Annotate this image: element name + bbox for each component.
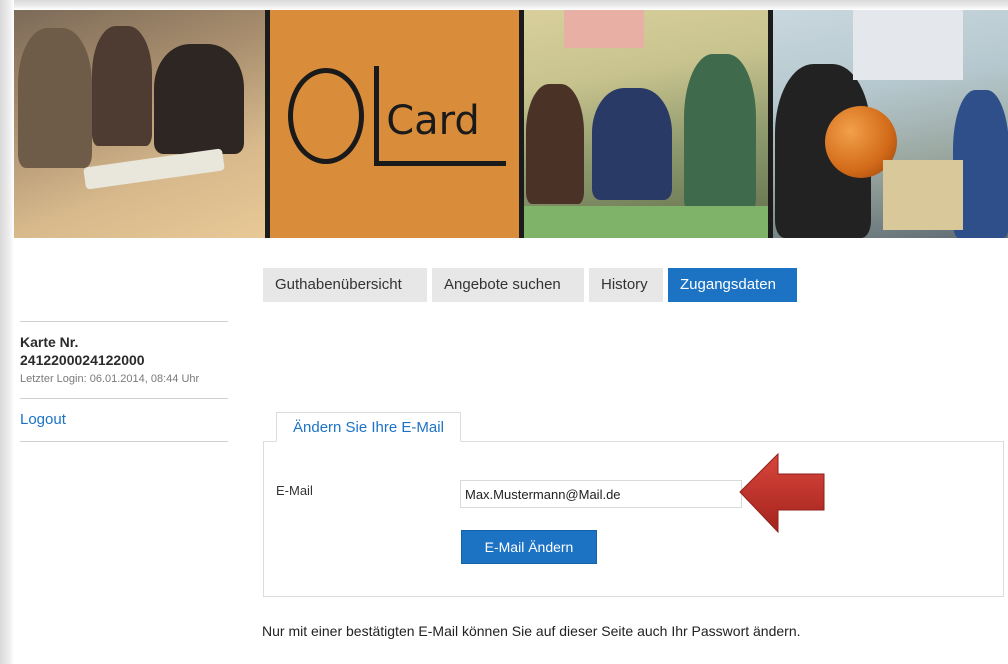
- header-banner: Card: [14, 10, 1008, 238]
- photo-figure: [18, 28, 92, 168]
- sidebar-divider: [20, 398, 228, 399]
- logo-word: Card: [386, 98, 480, 144]
- banner-photo-students-computer: [14, 10, 266, 238]
- logo-l-base: [374, 161, 507, 166]
- email-field-label: E-Mail: [276, 483, 313, 498]
- photo-wall-art: [852, 10, 963, 80]
- photo-figure: [684, 54, 757, 214]
- photo-table: [524, 206, 768, 238]
- tab-guthabenuebersicht[interactable]: Guthabenübersicht: [263, 268, 427, 302]
- logo-o-shape: [288, 68, 365, 164]
- card-number: 2412200024122000: [20, 352, 145, 368]
- tab-angebote-suchen[interactable]: Angebote suchen: [432, 268, 584, 302]
- password-hint-text: Nur mit einer bestätigten E-Mail können …: [262, 623, 801, 639]
- tab-history[interactable]: History: [589, 268, 663, 302]
- sidebar-divider: [20, 321, 228, 322]
- sidebar-divider: [20, 441, 228, 442]
- banner-photo-students-table: [524, 10, 768, 238]
- photo-figure: [592, 88, 673, 200]
- email-field[interactable]: [460, 480, 742, 508]
- left-edge-shadow: [0, 0, 14, 664]
- top-edge-shadow: [0, 0, 1008, 10]
- photo-figure: [526, 84, 585, 204]
- photo-keyboard: [83, 148, 225, 190]
- card-label: Karte Nr.: [20, 334, 79, 350]
- change-email-panel: [263, 441, 1004, 597]
- banner-photo-students-basketball: [772, 10, 1008, 238]
- page: Card Guthabenübersicht Angebote suchen H…: [0, 0, 1008, 664]
- logout-link[interactable]: Logout: [20, 411, 66, 428]
- photo-wooden-wall: [882, 160, 963, 230]
- change-email-button[interactable]: E-Mail Ändern: [461, 530, 597, 564]
- photo-figure: [154, 44, 244, 154]
- tab-change-email[interactable]: Ändern Sie Ihre E-Mail: [276, 412, 461, 442]
- left-arrow-icon: [739, 452, 825, 534]
- last-login-info: Letzter Login: 06.01.2014, 08:44 Uhr: [20, 373, 200, 385]
- tab-zugangsdaten[interactable]: Zugangsdaten: [668, 268, 797, 302]
- olcard-logo: Card: [270, 10, 520, 238]
- photo-wall-art: [564, 10, 645, 48]
- photo-figure: [92, 26, 152, 146]
- logo-l-stem: [374, 66, 380, 166]
